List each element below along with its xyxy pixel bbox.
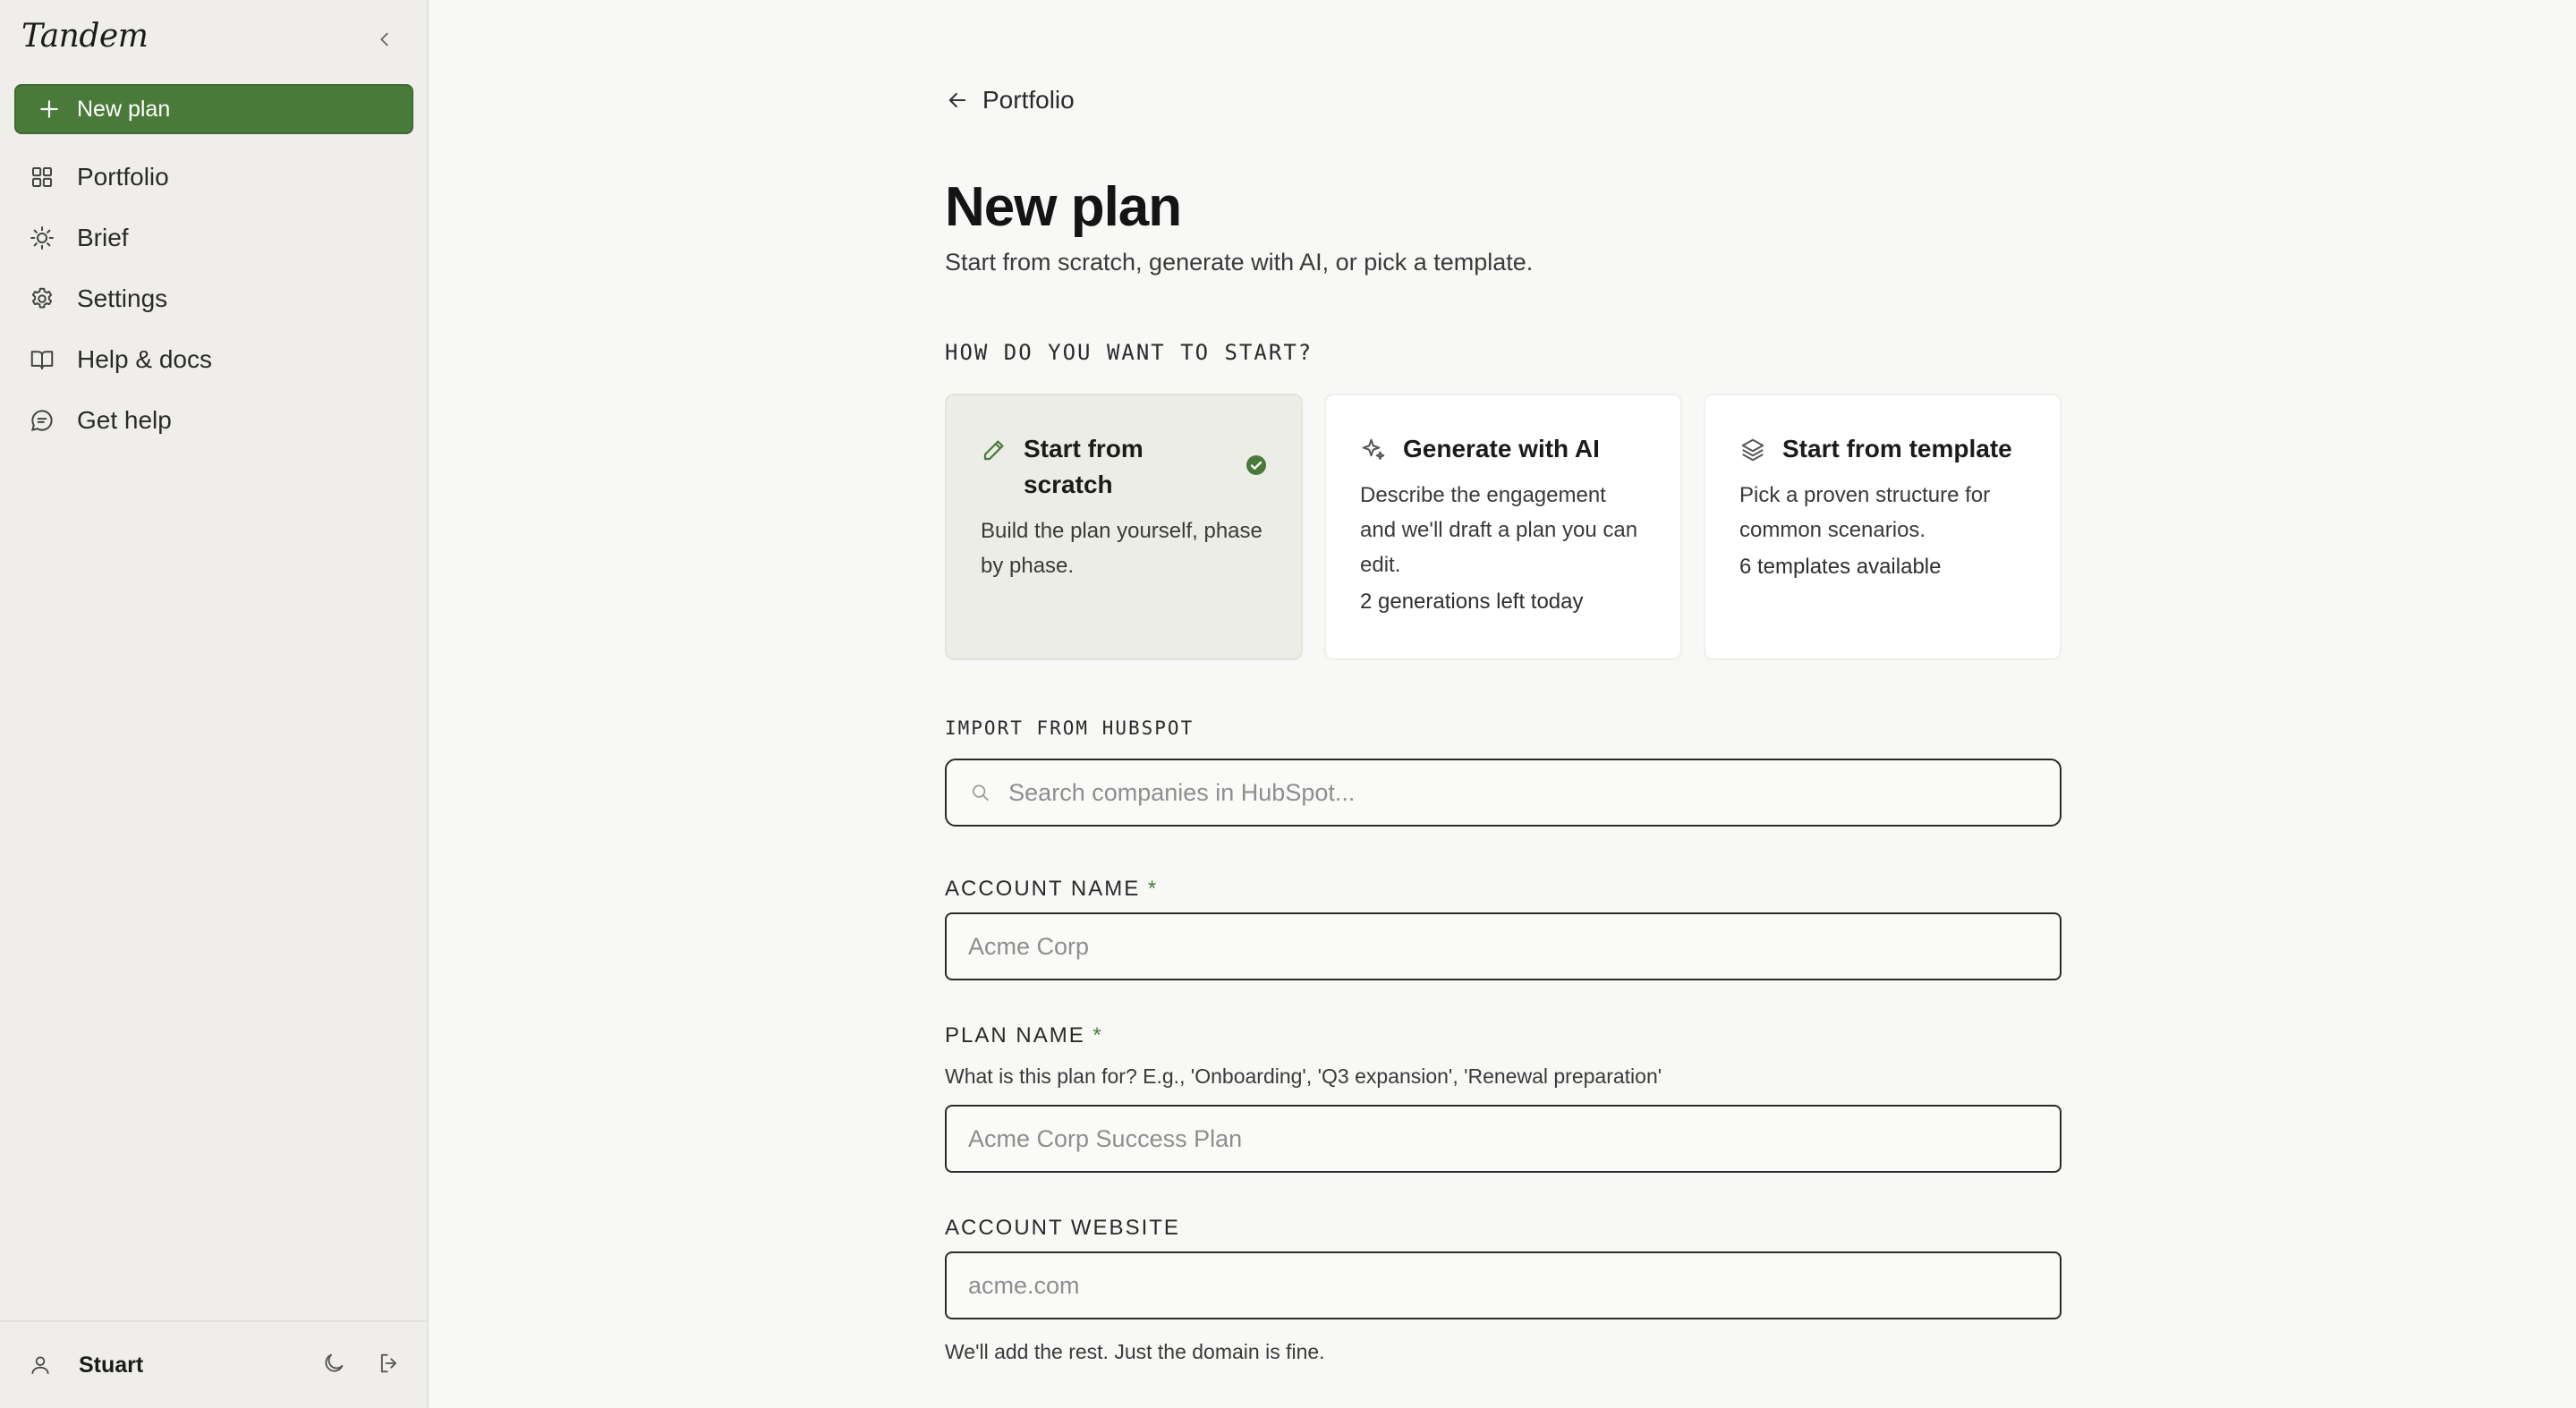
card-description: Describe the engagement and we'll draft … <box>1360 483 1638 577</box>
card-title: Start from template <box>1782 435 2012 462</box>
account-name-input[interactable] <box>968 932 2060 961</box>
chat-icon <box>30 410 53 432</box>
sidebar-item-label: Get help <box>77 406 172 434</box>
sidebar-item-label: Brief <box>77 224 129 251</box>
moon-icon[interactable] <box>321 1351 346 1376</box>
card-title: Start from scratch <box>1024 435 1143 498</box>
sidebar-item-get-help[interactable]: Get help <box>14 390 413 451</box>
generations-remaining: 2 generations left today <box>1360 589 1584 614</box>
sidebar-item-brief[interactable]: Brief <box>14 208 413 268</box>
card-header: Start from scratch <box>981 431 1267 503</box>
sidebar-nav: Portfolio Brief Settings Help & docs Get… <box>14 147 413 451</box>
collapse-sidebar-button[interactable] <box>370 25 399 54</box>
back-to-portfolio-link[interactable]: Portfolio <box>945 86 1075 115</box>
required-marker: * <box>1092 1023 1103 1048</box>
user-icon <box>31 1356 49 1374</box>
account-name-label-text: ACCOUNT NAME <box>945 877 1141 901</box>
arrow-left-icon <box>948 92 966 108</box>
start-method-options: Start from scratch Build the plan yourse… <box>945 394 2062 660</box>
account-name-label: ACCOUNT NAME * <box>945 877 1158 902</box>
plus-icon <box>40 100 58 118</box>
import-hubspot-label: IMPORT FROM HUBSPOT <box>945 717 1194 739</box>
book-icon <box>30 351 54 369</box>
plan-name-label-text: PLAN NAME <box>945 1023 1085 1048</box>
sidebar-item-portfolio[interactable]: Portfolio <box>14 147 413 208</box>
back-link-label: Portfolio <box>982 86 1075 114</box>
start-from-template-card[interactable]: Start from template Pick a proven struct… <box>1704 394 2062 660</box>
sidebar-item-label: Help & docs <box>77 345 212 373</box>
card-header: Start from template <box>1739 431 2026 467</box>
sidebar-item-help-docs[interactable]: Help & docs <box>14 329 413 390</box>
new-plan-label: New plan <box>77 96 171 122</box>
required-marker: * <box>1147 877 1159 901</box>
user-name[interactable]: Stuart <box>79 1353 143 1378</box>
account-website-input[interactable] <box>968 1271 2060 1300</box>
check-circle-icon <box>1246 455 1266 475</box>
start-method-label: HOW DO YOU WANT TO START? <box>945 340 1314 365</box>
sidebar-footer: Stuart <box>0 1320 429 1408</box>
pencil-icon <box>983 440 1004 461</box>
logout-icon[interactable] <box>377 1351 402 1376</box>
account-website-label: ACCOUNT WEBSITE <box>945 1216 1180 1240</box>
page-subtitle: Start from scratch, generate with AI, or… <box>945 249 1534 276</box>
sidebar-item-settings[interactable]: Settings <box>14 268 413 329</box>
plan-name-field <box>945 1105 2062 1173</box>
plan-name-input[interactable] <box>968 1124 2060 1153</box>
new-plan-button[interactable]: New plan <box>14 84 413 134</box>
chevron-left-icon <box>380 32 388 47</box>
hubspot-search <box>945 759 2062 827</box>
card-description: Build the plan yourself, phase by phase. <box>981 519 1262 578</box>
plan-name-label: PLAN NAME * <box>945 1023 1103 1048</box>
card-title: Generate with AI <box>1403 435 1600 462</box>
sidebar: Tandem New plan Portfolio Brief Settings… <box>0 0 429 1408</box>
hubspot-search-input[interactable] <box>1008 778 2060 807</box>
sun-icon <box>30 226 54 250</box>
page-title: New plan <box>945 176 1182 238</box>
sparkle-icon <box>1362 438 1385 460</box>
plan-name-help: What is this plan for? E.g., 'Onboarding… <box>945 1064 1662 1088</box>
generate-with-ai-card[interactable]: Generate with AI Describe the engagement… <box>1324 394 1682 660</box>
sidebar-item-label: Portfolio <box>77 163 169 191</box>
sidebar-item-label: Settings <box>77 284 168 312</box>
templates-available: 6 templates available <box>1739 555 1942 579</box>
card-header: Generate with AI <box>1360 431 1646 467</box>
search-icon <box>972 785 989 802</box>
gear-icon <box>31 287 53 309</box>
grid-icon <box>32 167 52 187</box>
account-website-help: We'll add the rest. Just the domain is f… <box>945 1340 1325 1363</box>
layers-icon <box>1741 438 1764 462</box>
brand-logo: Tandem <box>21 18 149 55</box>
start-from-scratch-card[interactable]: Start from scratch Build the plan yourse… <box>945 394 1303 660</box>
account-name-field <box>945 912 2062 980</box>
card-description: Pick a proven structure for common scena… <box>1739 483 1991 542</box>
account-website-field <box>945 1251 2062 1319</box>
footer-actions <box>321 1351 402 1376</box>
